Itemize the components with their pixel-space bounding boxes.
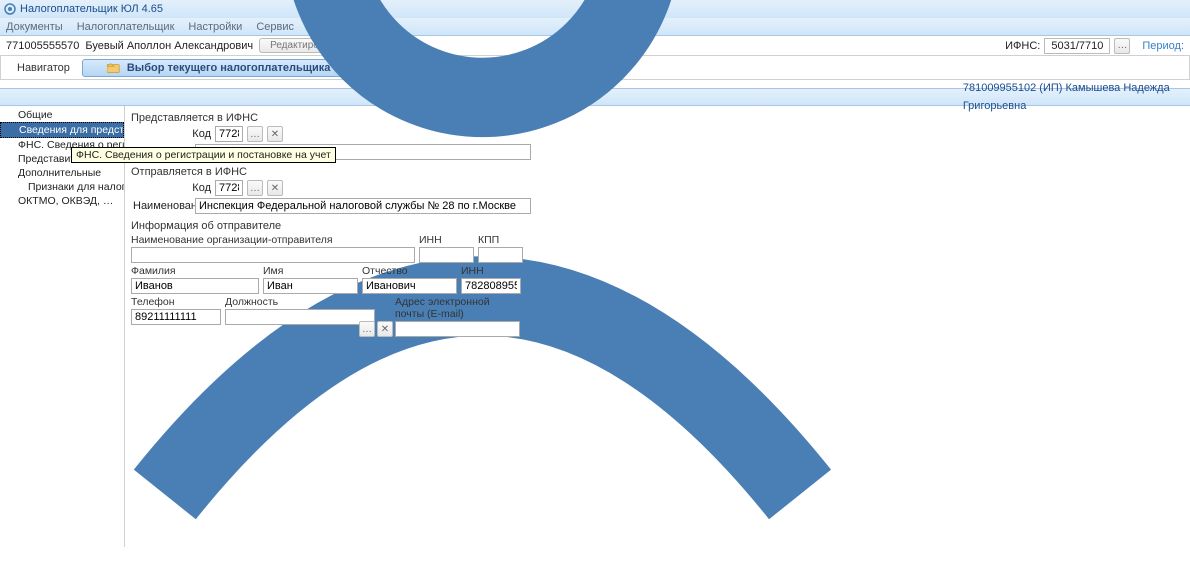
sender-header: Информация об отправителе xyxy=(131,220,1184,232)
phone-label: Телефон xyxy=(131,296,221,308)
email-label: Адрес электронной почты (E-mail) xyxy=(395,296,520,320)
patronymic-input[interactable] xyxy=(362,278,457,294)
org-name-label: Наименование организации-отправителя xyxy=(131,234,415,246)
tree-item-submission-info[interactable]: Сведения для представления xyxy=(0,122,124,138)
tree-item-tax-attrs[interactable]: Признаки для налоговой отч xyxy=(0,180,124,194)
person-inn-label: ИНН xyxy=(461,265,521,277)
tree-item-additional[interactable]: Дополнительные xyxy=(0,166,124,180)
sent-code-input[interactable] xyxy=(215,180,243,196)
sent-code-clear[interactable]: ✕ xyxy=(267,180,283,196)
lastname-input[interactable] xyxy=(131,278,259,294)
sent-name-label: Наименование xyxy=(131,200,191,212)
sender-kpp-input[interactable] xyxy=(478,247,523,263)
ifns-label: ИФНС: xyxy=(1005,40,1040,52)
sender-inn-input[interactable] xyxy=(419,247,474,263)
position-clear[interactable]: ✕ xyxy=(377,321,393,337)
presented-to-header: Представляется в ИФНС xyxy=(131,112,1184,124)
ifns-ellipsis-button[interactable]: … xyxy=(1114,38,1130,54)
nav-tree: Общие Сведения для представления ФНС. Св… xyxy=(0,106,125,547)
sent-name-input[interactable] xyxy=(195,198,531,214)
form-area: Представляется в ИФНС Код … ✕ Наименован… xyxy=(125,106,1190,547)
presented-code-input[interactable] xyxy=(215,126,243,142)
position-label: Должность xyxy=(225,296,355,308)
email-input[interactable] xyxy=(395,321,520,337)
sender-inn-label: ИНН xyxy=(419,234,474,246)
tree-item-general[interactable]: Общие xyxy=(0,108,124,122)
phone-input[interactable] xyxy=(131,309,221,325)
sent-to-header: Отправляется в ИФНС xyxy=(131,166,1184,178)
lastname-label: Фамилия xyxy=(131,265,259,277)
org-name-input[interactable] xyxy=(131,247,415,263)
sent-code-lookup[interactable]: … xyxy=(247,180,263,196)
position-lookup[interactable]: … xyxy=(359,321,375,337)
firstname-label: Имя xyxy=(263,265,358,277)
position-input[interactable] xyxy=(225,309,375,325)
presented-code-clear[interactable]: ✕ xyxy=(267,126,283,142)
patronymic-label: Отчество xyxy=(362,265,457,277)
presented-code-label: Код xyxy=(161,128,211,140)
document-title-bar: 781009955102 (ИП) Камышева Надежда Григо… xyxy=(0,88,1190,106)
firstname-input[interactable] xyxy=(263,278,358,294)
presented-code-lookup[interactable]: … xyxy=(247,126,263,142)
tooltip: ФНС. Сведения о регистрации и постановке… xyxy=(71,147,336,163)
sender-kpp-label: КПП xyxy=(478,234,523,246)
tree-item-oktmo-okved[interactable]: ОКТМО, ОКВЭД, … xyxy=(0,194,124,208)
ifns-value: 5031/7710 xyxy=(1044,38,1110,54)
sent-code-label: Код xyxy=(161,182,211,194)
period-label[interactable]: Период: xyxy=(1142,40,1184,52)
person-inn-input[interactable] xyxy=(461,278,521,294)
